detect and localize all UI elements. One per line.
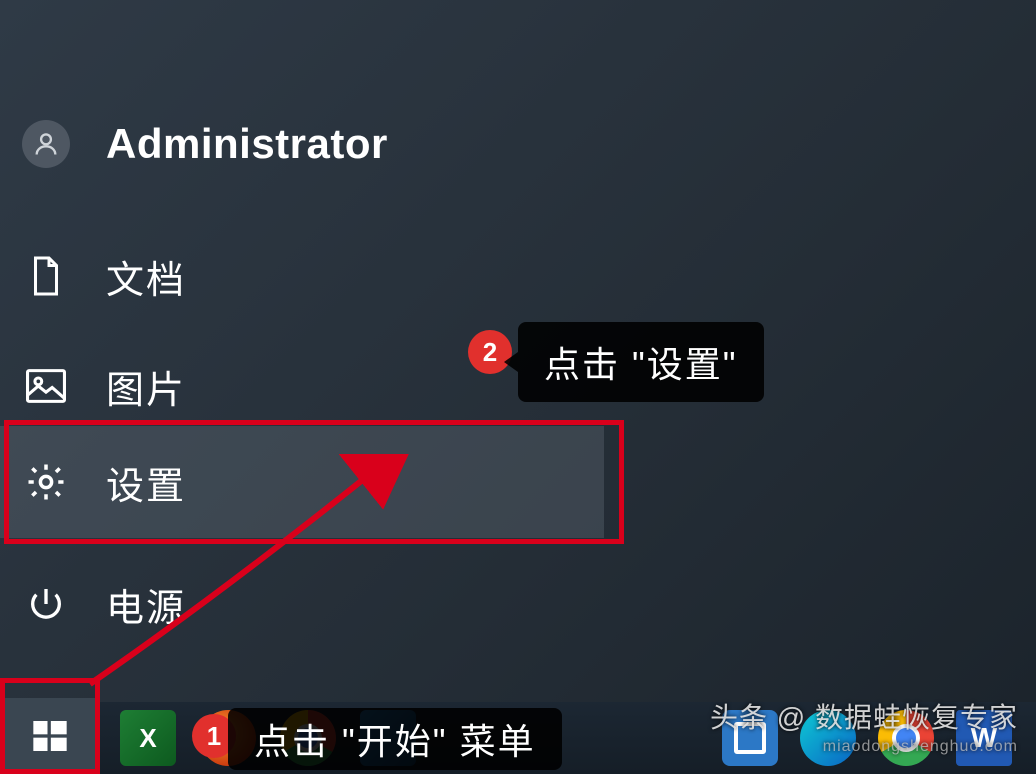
desktop-screen: Administrator 文档 图片 设置 电源 bbox=[0, 0, 1036, 774]
user-avatar-icon bbox=[22, 120, 70, 168]
annotation-callout-2-text: 点击 "设置" bbox=[544, 336, 738, 388]
document-icon bbox=[22, 252, 70, 300]
gear-icon bbox=[22, 458, 70, 506]
start-menu-documents-label: 文档 bbox=[106, 249, 186, 304]
start-menu-power-item[interactable]: 电源 bbox=[0, 556, 640, 652]
watermark: 头条 @ 数据蛙恢复专家 miaodongshenghuo.com bbox=[710, 696, 1018, 756]
watermark-line2: miaodongshenghuo.com bbox=[710, 738, 1018, 756]
annotation-badge-2-number: 2 bbox=[483, 337, 497, 368]
windows-logo-icon bbox=[30, 716, 70, 756]
annotation-callout-2: 点击 "设置" bbox=[518, 322, 764, 402]
annotation-callout-1: 点击 "开始" 菜单 bbox=[228, 708, 562, 770]
start-menu-user-item[interactable]: Administrator bbox=[0, 96, 640, 192]
start-menu-user-label: Administrator bbox=[106, 120, 388, 168]
start-menu-settings-label: 设置 bbox=[106, 455, 186, 510]
start-menu-documents-item[interactable]: 文档 bbox=[0, 228, 640, 324]
pictures-icon bbox=[22, 362, 70, 410]
annotation-badge-1-number: 1 bbox=[207, 721, 221, 752]
power-icon bbox=[22, 580, 70, 628]
taskbar-app-excel[interactable]: X bbox=[120, 710, 176, 766]
start-menu-settings-item[interactable]: 设置 bbox=[0, 426, 604, 538]
watermark-line1: 头条 @ 数据蛙恢复专家 bbox=[710, 702, 1018, 733]
annotation-callout-1-text: 点击 "开始" 菜单 bbox=[254, 713, 536, 765]
start-button[interactable] bbox=[0, 698, 100, 774]
start-menu-power-label: 电源 bbox=[106, 577, 186, 632]
start-menu-pictures-label: 图片 bbox=[106, 359, 186, 414]
